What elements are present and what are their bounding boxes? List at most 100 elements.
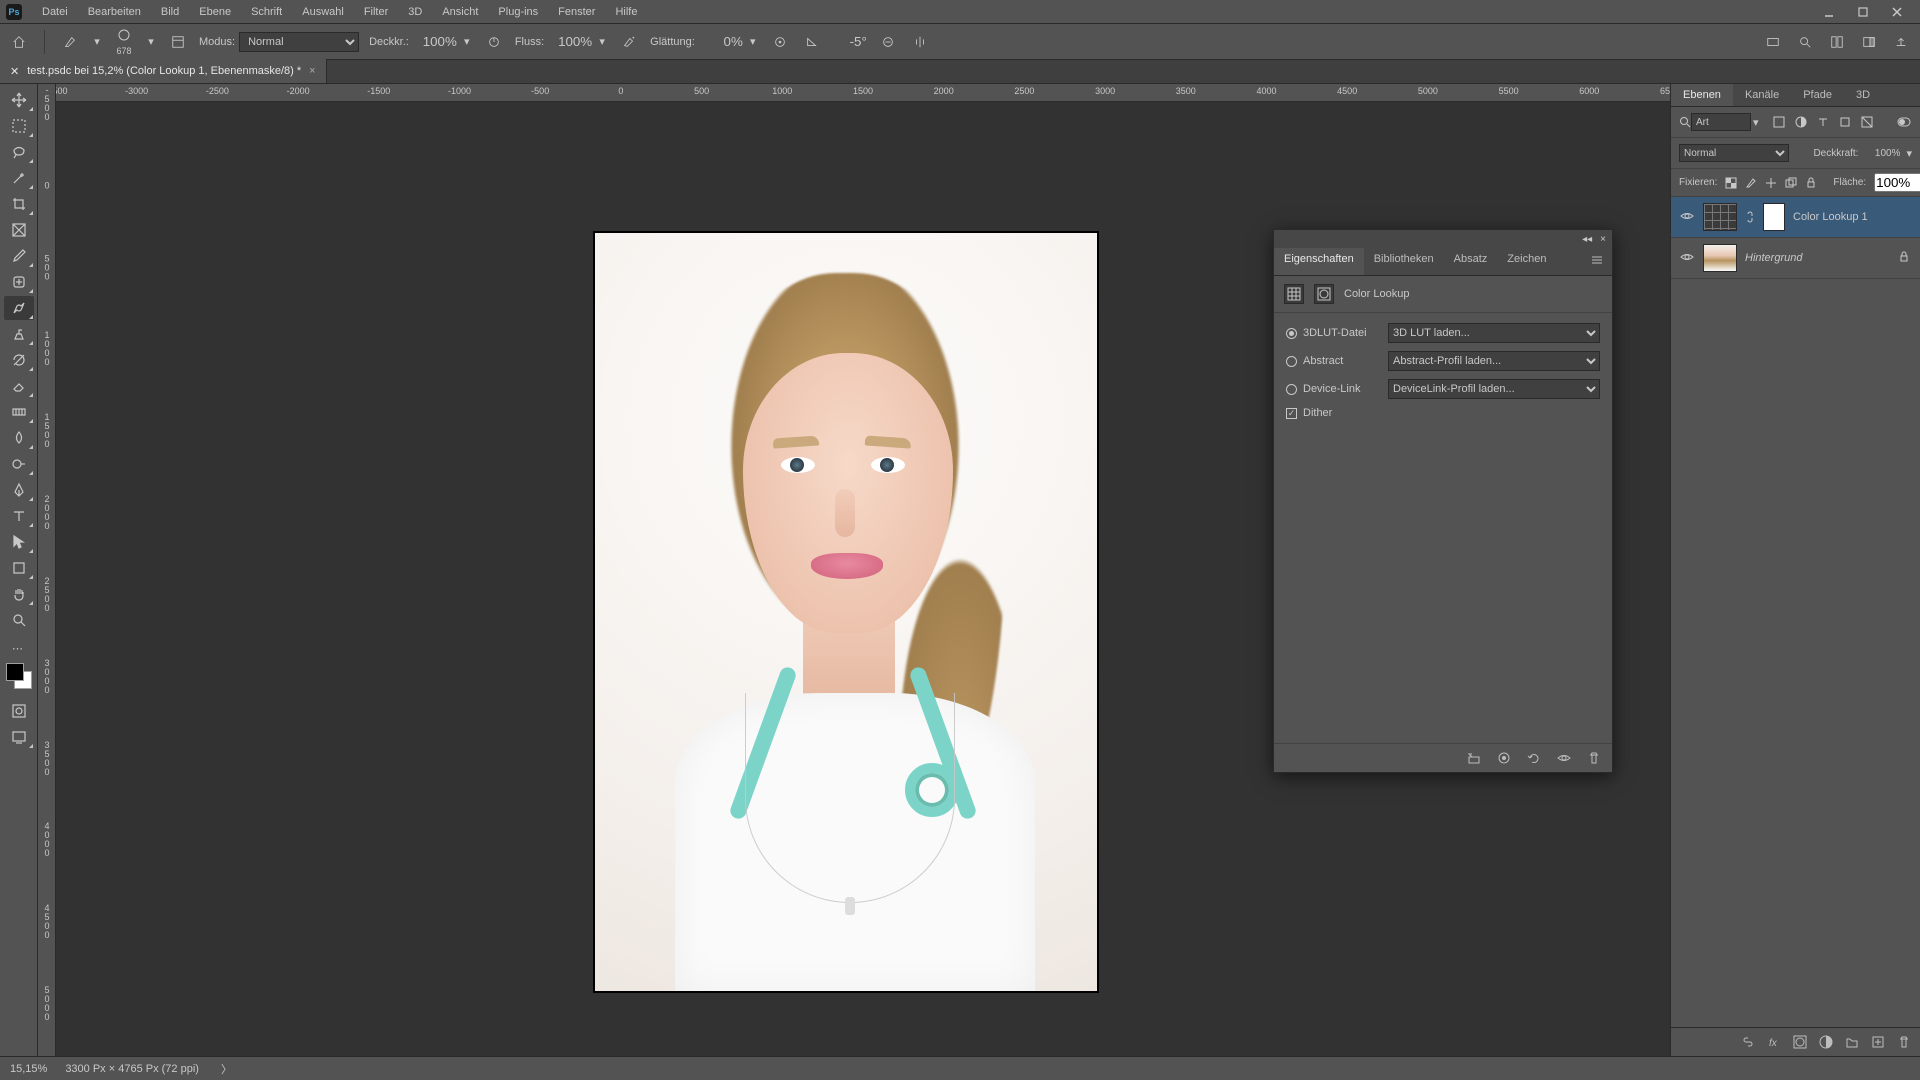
window-maximize-button[interactable] [1846,0,1880,24]
symmetry-icon[interactable] [909,31,931,53]
flow-dropdown[interactable]: ▾ [596,36,608,48]
color-swatch[interactable] [6,663,32,689]
layers-tab-ebenen[interactable]: Ebenen [1671,84,1733,106]
layer-mask-add-icon[interactable] [1792,1034,1808,1050]
adjustment-layer-add-icon[interactable] [1818,1034,1834,1050]
layer-visibility-icon[interactable] [1679,209,1695,226]
abstract-dropdown[interactable]: Abstract-Profil laden... [1388,351,1600,371]
angle-value[interactable] [833,34,867,49]
panel-collapse-icon[interactable]: ◂◂ [1582,234,1592,245]
canvas-area[interactable]: -500050010001500200025003000350040004500… [38,84,1670,1056]
horizontal-ruler[interactable]: -3500-3000-2500-2000-1500-1000-500050010… [56,84,1670,102]
lock-pixels-icon[interactable] [1745,176,1757,190]
clone-stamp-tool[interactable] [4,322,34,346]
smoothing-value[interactable] [699,34,743,49]
screenmode-icon[interactable] [4,725,34,749]
lut-dropdown[interactable]: 3D LUT laden... [1388,323,1600,343]
gradient-tool[interactable] [4,400,34,424]
layer-name[interactable]: Hintergrund [1745,252,1890,264]
layer-opacity-value[interactable] [1864,148,1900,159]
blend-mode-select[interactable]: Normal [239,32,359,52]
cloud-docs-icon[interactable] [1762,31,1784,53]
eyedropper-tool[interactable] [4,244,34,268]
edit-toolbar-icon[interactable]: ⋯ [12,642,25,655]
properties-tab-zeichen[interactable]: Zeichen [1497,248,1556,275]
layer-mask-thumbnail[interactable] [1763,203,1785,231]
flow-value[interactable] [548,34,592,49]
menu-fenster[interactable]: Fenster [548,2,605,22]
toggle-visibility-icon[interactable] [1556,750,1572,766]
menu-schrift[interactable]: Schrift [241,2,292,22]
layer-thumbnail[interactable] [1703,203,1737,231]
brush-panel-icon[interactable] [167,31,189,53]
menu-bearbeiten[interactable]: Bearbeiten [78,2,151,22]
lock-position-icon[interactable] [1765,176,1777,190]
size-pressure-icon[interactable] [877,31,899,53]
healing-brush-tool[interactable] [4,270,34,294]
layer-blend-mode-select[interactable]: Normal [1679,144,1789,162]
vertical-ruler[interactable]: -500050010001500200025003000350040004500… [38,84,56,1056]
layer-opacity-dropdown[interactable]: ▾ [1906,147,1912,160]
device-dropdown[interactable]: DeviceLink-Profil laden... [1388,379,1600,399]
foreground-color-swatch[interactable] [6,663,24,681]
zoom-tool[interactable] [4,608,34,632]
workspace-switch-icon[interactable] [1858,31,1880,53]
brush-tool[interactable] [4,296,34,320]
layers-tab-pfade[interactable]: Pfade [1791,84,1844,106]
layer-filter-dropdown[interactable]: ▾ [1753,116,1759,129]
document-tab-close[interactable]: × [309,65,315,77]
menu-filter[interactable]: Filter [354,2,398,22]
search-icon[interactable] [1794,31,1816,53]
smoothing-options-icon[interactable] [769,31,791,53]
eraser-tool[interactable] [4,374,34,398]
status-doc-info[interactable]: 3300 Px × 4765 Px (72 ppi) [65,1063,199,1075]
layer-name[interactable]: Color Lookup 1 [1793,211,1890,223]
move-tool[interactable] [4,88,34,112]
filter-smart-icon[interactable] [1859,114,1875,130]
properties-panel-header[interactable]: ◂◂ × [1274,230,1612,248]
menu-datei[interactable]: Datei [32,2,78,22]
tool-preset-dropdown[interactable]: ▾ [91,36,103,48]
home-icon[interactable] [8,31,30,53]
opacity-pressure-icon[interactable] [483,31,505,53]
properties-tab-bibliotheken[interactable]: Bibliotheken [1364,248,1444,275]
dodge-tool[interactable] [4,452,34,476]
menu-ebene[interactable]: Ebene [189,2,241,22]
crop-tool[interactable] [4,192,34,216]
delete-adjustment-icon[interactable] [1586,750,1602,766]
lut-radio[interactable]: 3DLUT-Datei [1286,327,1378,339]
lasso-tool[interactable] [4,140,34,164]
menu-bild[interactable]: Bild [151,2,189,22]
layer-row[interactable]: Color Lookup 1 [1671,197,1920,238]
status-zoom[interactable]: 15,15% [10,1063,47,1075]
device-radio[interactable]: Device-Link [1286,383,1378,395]
status-info-dropdown[interactable]: 〉 [221,1061,232,1077]
properties-tab-absatz[interactable]: Absatz [1444,248,1498,275]
clip-to-layer-icon[interactable] [1466,750,1482,766]
menu-plug-ins[interactable]: Plug-ins [488,2,548,22]
history-brush-tool[interactable] [4,348,34,372]
reset-icon[interactable] [1526,750,1542,766]
menu-3d[interactable]: 3D [398,2,432,22]
pen-tool[interactable] [4,478,34,502]
opacity-value[interactable] [413,34,457,49]
window-minimize-button[interactable] [1812,0,1846,24]
brush-preview[interactable]: 678 [113,28,135,56]
layer-row[interactable]: Hintergrund [1671,238,1920,279]
brush-picker-dropdown[interactable]: ▾ [145,36,157,48]
shape-tool[interactable] [4,556,34,580]
menu-hilfe[interactable]: Hilfe [605,2,647,22]
filter-pixel-icon[interactable] [1771,114,1787,130]
layer-visibility-icon[interactable] [1679,250,1695,267]
layer-fill-value[interactable] [1874,173,1920,192]
panel-menu-icon[interactable] [1582,248,1612,275]
lock-all-icon[interactable] [1805,176,1817,190]
document-tab[interactable]: ✕ test.psdc bei 15,2% (Color Lookup 1, E… [0,59,327,83]
lock-transparent-icon[interactable] [1725,176,1737,190]
magic-wand-tool[interactable] [4,166,34,190]
path-select-tool[interactable] [4,530,34,554]
view-previous-icon[interactable] [1496,750,1512,766]
hand-tool[interactable] [4,582,34,606]
properties-tab-eigenschaften[interactable]: Eigenschaften [1274,248,1364,275]
dither-checkbox[interactable]: Dither [1286,407,1378,419]
